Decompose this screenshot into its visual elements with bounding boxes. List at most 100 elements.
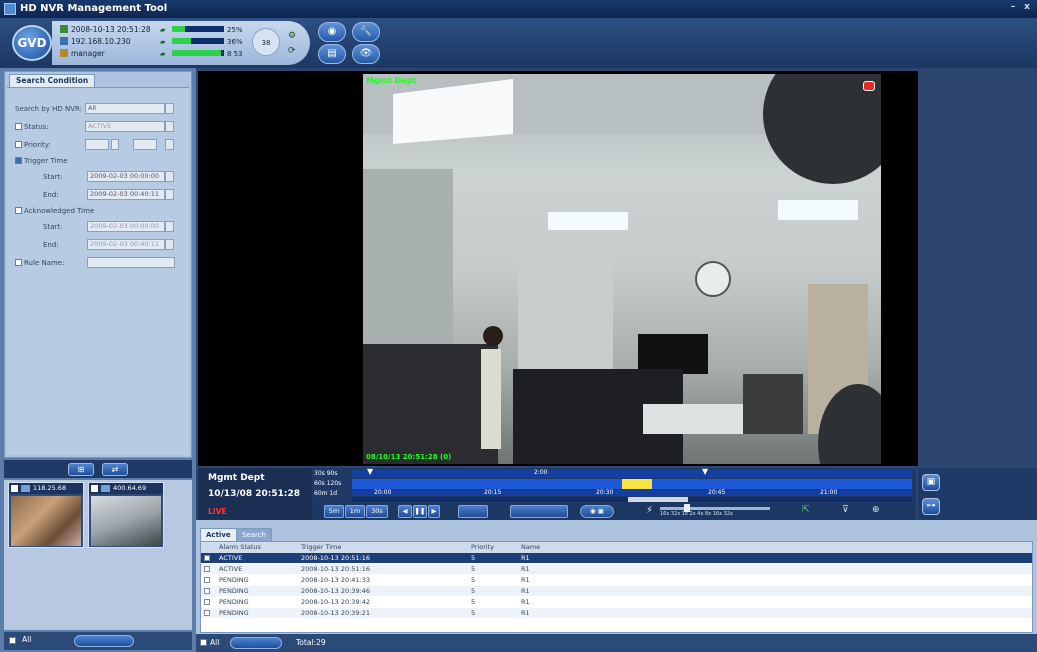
priority-checkbox[interactable]	[15, 141, 22, 148]
forward-button[interactable]: ▶	[428, 505, 440, 518]
row-checkbox[interactable]	[204, 554, 210, 561]
user-row: manager	[60, 48, 105, 60]
reset-button[interactable]: ⇄	[102, 463, 128, 476]
log-button[interactable]: ▤	[318, 44, 346, 64]
camera-thumbnail[interactable]: 400.64.69	[88, 482, 164, 548]
priority-dropdown-icon[interactable]	[165, 139, 174, 150]
meter-label: 25%	[227, 26, 243, 34]
cell-priority: 5	[471, 575, 476, 584]
priority-from-spin[interactable]	[111, 139, 119, 150]
priority-filter[interactable]: Priority:	[15, 139, 51, 151]
key-button[interactable]: ⊶	[922, 498, 940, 515]
timeline-marker-icon[interactable]: ▼	[702, 467, 708, 476]
thumbnail-checkbox[interactable]	[91, 485, 98, 492]
acknowledge-button[interactable]	[230, 637, 282, 649]
priority-to-select[interactable]	[133, 139, 157, 150]
ip-text: 192.168.10.230	[71, 37, 131, 46]
thumbnail-checkbox[interactable]	[11, 485, 18, 492]
speed-slider[interactable]	[660, 507, 770, 510]
row-checkbox[interactable]	[204, 598, 210, 605]
camera-thumbnail[interactable]: 118.25.68	[8, 482, 84, 548]
trigger-end-picker-icon[interactable]	[165, 189, 174, 200]
frame-step-button[interactable]	[458, 505, 488, 518]
pause-icon: ❚❚	[414, 507, 426, 515]
step-1m-button[interactable]: 1m	[345, 505, 365, 518]
table-row[interactable]: PENDING 2008-10-13 20:39:21 5 R1	[201, 607, 1032, 618]
camera-feed[interactable]: Mgmt Dept 08/10/13 20:51:28 (0)	[363, 74, 881, 464]
video-view[interactable]: Mgmt Dept 08/10/13 20:51:28 (0)	[198, 71, 918, 466]
row-checkbox[interactable]	[204, 587, 210, 594]
status-checkbox[interactable]	[15, 123, 22, 130]
trigger-time-filter[interactable]: Trigger Time	[15, 155, 68, 167]
timeline-marker-icon[interactable]: ▼	[367, 467, 373, 476]
scale-label[interactable]: 30s 90s	[314, 470, 337, 477]
live-view-button[interactable]: ◉	[318, 22, 346, 42]
scale-label[interactable]: 60m 1d	[314, 490, 337, 497]
nvr-dropdown-icon[interactable]	[165, 103, 174, 114]
ack-start-field[interactable]: 2009-02-03 00:00:00	[87, 221, 165, 232]
table-row[interactable]: ACTIVE 2008-10-13 20:51:16 5 R1	[201, 563, 1032, 574]
rule-name-checkbox[interactable]	[15, 259, 22, 266]
column-trigger-time[interactable]: Trigger Time	[301, 542, 341, 552]
zoom-icon[interactable]: ⊕	[872, 505, 880, 515]
row-checkbox[interactable]	[204, 609, 210, 616]
ack-end-picker-icon[interactable]	[165, 239, 174, 250]
playback-button[interactable]: 👁	[352, 44, 380, 64]
select-all-events-checkbox[interactable]	[200, 639, 207, 646]
table-row[interactable]: ACTIVE 2008-10-13 20:51:16 5 R1	[201, 552, 1032, 563]
timeline-coarse-track[interactable]	[352, 470, 912, 478]
table-row[interactable]: PENDING 2008-10-13 20:39:42 5 R1	[201, 596, 1032, 607]
select-all-cameras-checkbox[interactable]	[9, 637, 16, 644]
pause-button[interactable]: ❚❚	[413, 505, 427, 518]
tab-search-condition[interactable]: Search Condition	[9, 74, 96, 87]
column-name[interactable]: Name	[521, 542, 540, 552]
step-30s-button[interactable]: 30s	[366, 505, 388, 518]
filter-icon[interactable]: ⊽	[842, 505, 849, 515]
rewind-button[interactable]: ◀	[398, 505, 412, 518]
rule-name-input[interactable]	[87, 257, 175, 268]
datetime-row: 2008-10-13 20:51:28	[60, 24, 151, 36]
tab-active[interactable]: Active	[200, 528, 237, 541]
step-5m-button[interactable]: 5m	[324, 505, 344, 518]
search-execute-button[interactable]: ⊞	[68, 463, 94, 476]
trigger-end-field[interactable]: 2009-02-03 00:40:11	[87, 189, 165, 200]
status-dropdown-icon[interactable]	[165, 121, 174, 132]
recorded-segment[interactable]	[622, 479, 652, 489]
trigger-time-checkbox[interactable]	[15, 157, 22, 164]
trigger-start-field[interactable]: 2009-02-03 00:00:00	[87, 171, 165, 182]
tab-search[interactable]: Search	[236, 528, 273, 541]
minimize-button[interactable]: –	[1006, 2, 1020, 15]
snapshot-button[interactable]: ▣	[922, 474, 940, 491]
timeline-overview-range[interactable]	[628, 497, 688, 502]
table-row[interactable]: PENDING 2008-10-13 20:41:33 5 R1	[201, 574, 1032, 585]
network-icon: ▰	[160, 26, 166, 34]
close-button[interactable]: x	[1020, 2, 1034, 15]
row-checkbox[interactable]	[204, 576, 210, 583]
priority-from-select[interactable]	[85, 139, 109, 150]
export-icon[interactable]: ⇱	[802, 505, 810, 515]
thumbnail-label: 118.25.68	[33, 484, 67, 492]
ack-end-field[interactable]: 2009-02-03 00:40:11	[87, 239, 165, 250]
ack-start-picker-icon[interactable]	[165, 221, 174, 232]
setup-button[interactable]: 🔧	[352, 22, 380, 42]
column-alarm-status[interactable]: Alarm Status	[219, 542, 261, 552]
record-status-icon: ⚙	[288, 31, 297, 41]
tick-label: 20:45	[708, 489, 726, 496]
ack-time-filter[interactable]: Acknowledged Time	[15, 205, 94, 217]
camera-thumbnails: 118.25.68 400.64.69	[4, 480, 192, 630]
table-row[interactable]: PENDING 2008-10-13 20:39:46 5 R1	[201, 585, 1032, 596]
cell-priority: 5	[471, 608, 476, 617]
document-icon: ▤	[327, 48, 337, 59]
column-priority[interactable]: Priority	[471, 542, 494, 552]
go-to-live-button[interactable]	[510, 505, 568, 518]
nvr-select[interactable]: All	[85, 103, 165, 114]
status-select[interactable]: ACTIVE	[85, 121, 165, 132]
status-filter[interactable]: Status:	[15, 121, 49, 133]
row-checkbox[interactable]	[204, 565, 210, 572]
ack-time-checkbox[interactable]	[15, 207, 22, 214]
camera-action-button[interactable]	[74, 635, 134, 647]
rule-name-filter[interactable]: Rule Name:	[15, 257, 64, 269]
scale-label[interactable]: 60s 120s	[314, 480, 341, 487]
trigger-start-picker-icon[interactable]	[165, 171, 174, 182]
view-toggle-button[interactable]: ◉ ▣	[580, 505, 614, 518]
